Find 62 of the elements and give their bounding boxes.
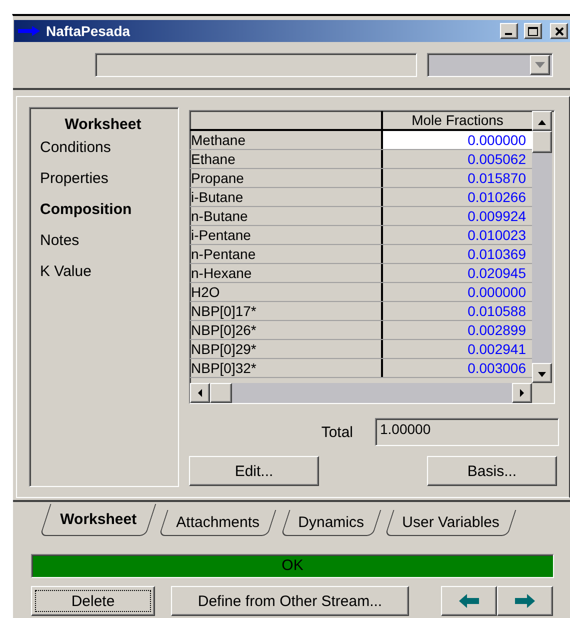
table-cell: Ethane <box>190 150 383 168</box>
value-cell[interactable]: 0.000000 <box>383 283 532 301</box>
table-cell: NBP[0]17* <box>190 302 383 320</box>
name-field[interactable] <box>95 53 417 77</box>
value-cell[interactable]: 0.010266 <box>383 188 532 206</box>
sidebar-item[interactable]: Properties <box>40 170 178 201</box>
close-icon <box>554 26 564 36</box>
vertical-scrollbar[interactable] <box>532 111 552 383</box>
table-cell: NBP[0]26* <box>190 321 383 339</box>
left-arrow-icon <box>459 594 479 608</box>
horizontal-scrollbar[interactable] <box>190 383 532 403</box>
scroll-thumb[interactable] <box>210 383 232 403</box>
dropdown-arrow-icon <box>535 62 545 68</box>
delete-button[interactable]: Delete <box>31 586 155 616</box>
edit-button[interactable]: Edit... <box>189 456 319 486</box>
scroll-thumb[interactable] <box>532 131 552 153</box>
sidebar-item[interactable]: K Value <box>40 263 178 294</box>
total-label: Total <box>321 424 353 440</box>
value-cell[interactable]: 0.002941 <box>383 340 532 358</box>
column-header: Mole Fractions <box>410 111 504 129</box>
arrow-icon <box>18 26 40 36</box>
value-cell[interactable]: 0.010369 <box>383 245 532 263</box>
close-button[interactable] <box>550 23 568 39</box>
window-title: NaftaPesada <box>46 23 132 39</box>
value-cell[interactable]: 0.000000 <box>383 131 532 149</box>
value-cell[interactable]: 0.005062 <box>383 150 532 168</box>
dropdown[interactable] <box>427 53 553 77</box>
value-cell[interactable]: 0.003006 <box>383 359 532 377</box>
table-cell: n-Butane <box>190 207 383 225</box>
table-cell: H2O <box>190 283 383 301</box>
table-cell: NBP[0]32* <box>190 359 383 377</box>
value-cell[interactable]: 0.010588 <box>383 302 532 320</box>
total-field: 1.00000 <box>375 418 559 446</box>
sidebar-title: Worksheet <box>64 116 142 133</box>
value-cell[interactable]: 0.002899 <box>383 321 532 339</box>
value-cell[interactable]: 0.015870 <box>383 169 532 187</box>
maximize-button[interactable] <box>524 23 542 39</box>
sidebar-item[interactable]: Notes <box>40 232 178 263</box>
value-cell[interactable]: 0.020945 <box>383 264 532 282</box>
tab[interactable]: User Variables <box>384 510 516 536</box>
previous-button[interactable] <box>441 586 497 616</box>
sidebar-item[interactable]: Conditions <box>40 139 178 170</box>
value-cell[interactable]: 0.009924 <box>383 207 532 225</box>
tab[interactable]: Attachments <box>159 510 278 536</box>
define-button[interactable]: Define from Other Stream... <box>171 586 409 616</box>
status-bar: OK <box>31 554 554 578</box>
table-cell: n-Hexane <box>190 264 383 282</box>
table-cell: i-Butane <box>190 188 383 206</box>
table-cell: Propane <box>190 169 383 187</box>
table-cell: i-Pentane <box>190 226 383 244</box>
tab[interactable]: Worksheet <box>40 504 157 536</box>
table-cell: n-Pentane <box>190 245 383 263</box>
sidebar-item[interactable]: Composition <box>40 201 178 232</box>
value-cell[interactable]: 0.010023 <box>383 226 532 244</box>
table-cell: NBP[0]29* <box>190 340 383 358</box>
next-button[interactable] <box>497 586 553 616</box>
minimize-button[interactable] <box>500 23 518 39</box>
basis-button[interactable]: Basis... <box>427 456 557 486</box>
maximize-icon <box>528 26 538 36</box>
tab[interactable]: Dynamics <box>280 510 381 536</box>
right-arrow-icon <box>515 594 535 608</box>
scroll-right-icon[interactable] <box>517 388 527 398</box>
